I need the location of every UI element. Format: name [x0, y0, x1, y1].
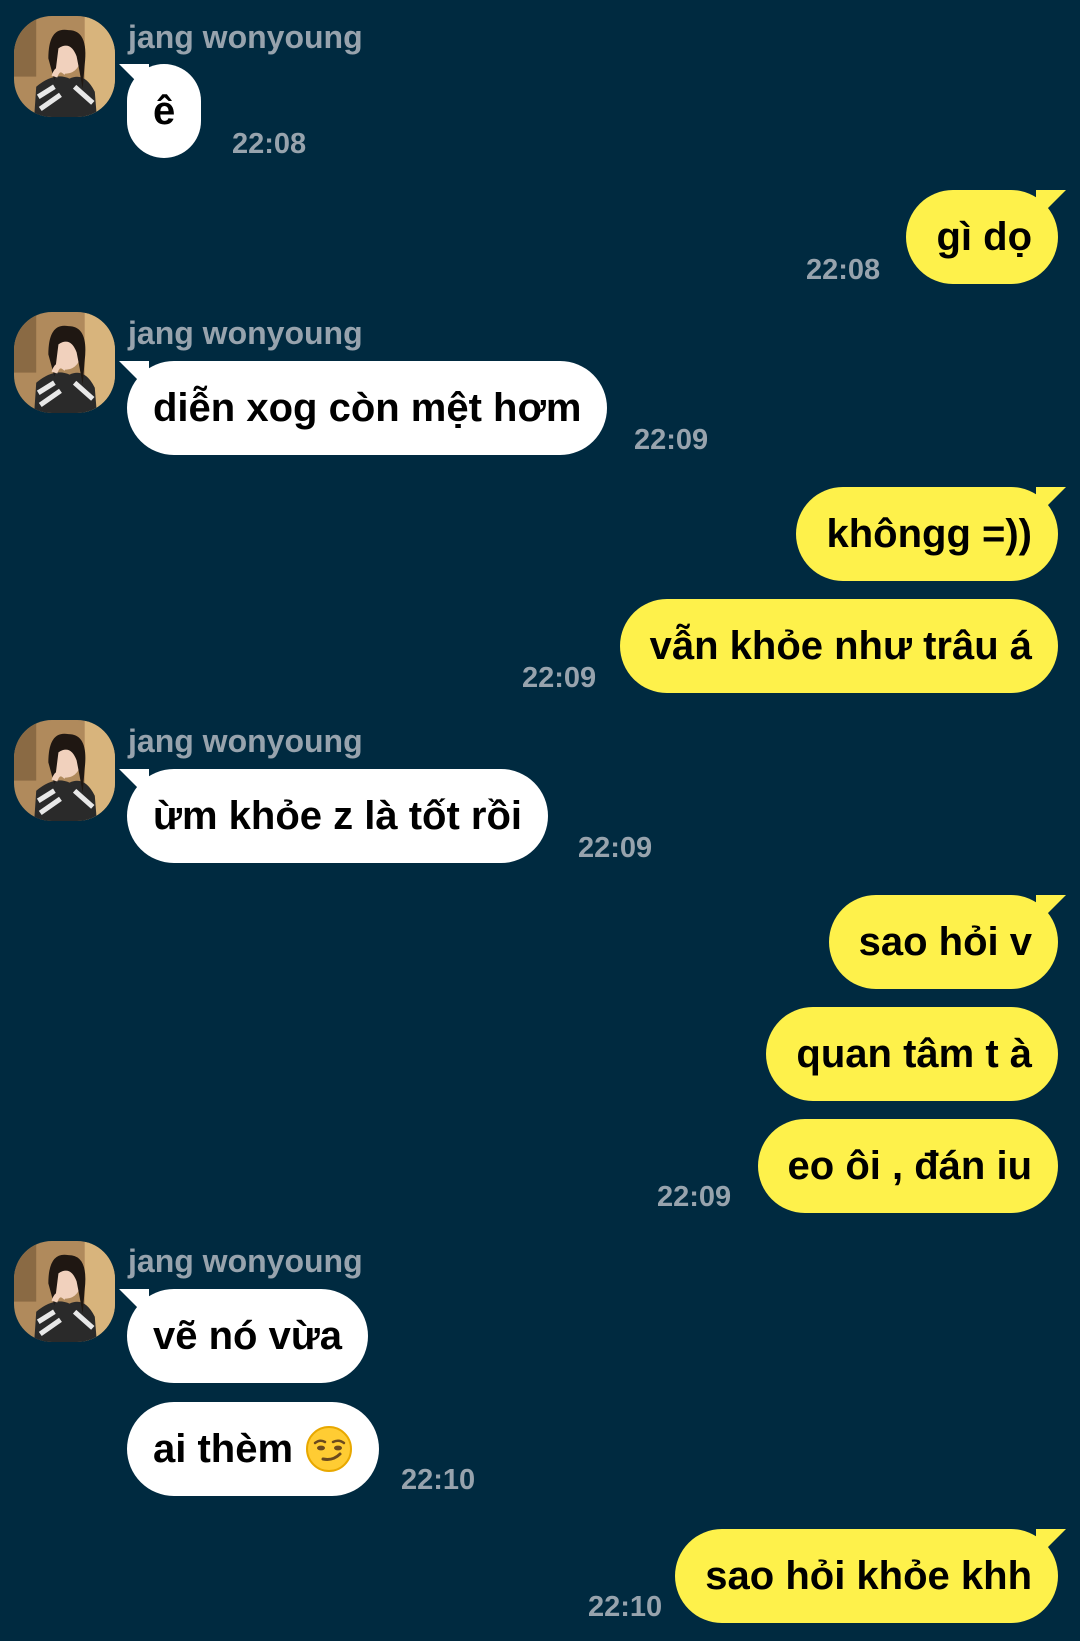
message-text: eo ôi , đán iu	[787, 1143, 1032, 1188]
sender-name: jang wonyoung	[128, 723, 363, 759]
sender-name: jang wonyoung	[128, 1243, 363, 1279]
message-bubble-outgoing[interactable]: gì dọ	[906, 190, 1066, 284]
message-bubble-outgoing[interactable]: quan tâm t à	[766, 1007, 1058, 1101]
bubble-tail	[1036, 190, 1066, 220]
bubble-tail	[119, 361, 149, 391]
bubble-tail	[119, 64, 149, 94]
message-text: diễn xog còn mệt hơm	[153, 385, 582, 430]
contact-avatar[interactable]	[14, 312, 115, 413]
bubble-tail	[1036, 1529, 1066, 1559]
message-bubble-outgoing[interactable]: khôngg =))	[796, 487, 1066, 581]
message-text: ai thèm	[153, 1426, 294, 1471]
bubble-tail	[1036, 487, 1066, 517]
message-text: vẫn khỏe như trâu á	[649, 623, 1032, 668]
message-text: vẽ nó vừa	[153, 1313, 343, 1358]
message-bubble-outgoing[interactable]: sao hỏi khỏe khh	[675, 1529, 1066, 1623]
message-text: khôngg =))	[826, 511, 1032, 556]
bubble-tail	[119, 769, 149, 799]
message-bubble-outgoing[interactable]: vẫn khỏe như trâu á	[619, 599, 1058, 693]
message-bubble-incoming[interactable]: diễn xog còn mệt hơm	[119, 361, 608, 455]
message-time: 22:09	[578, 832, 653, 864]
message-text: ừm khỏe z là tốt rồi	[153, 793, 523, 838]
message-bubble-incoming[interactable]: ừm khỏe z là tốt rồi	[119, 769, 549, 863]
message-bubble-outgoing[interactable]: eo ôi , đán iu	[757, 1119, 1058, 1213]
message-text: ê	[153, 88, 176, 133]
message-time: 22:08	[232, 128, 307, 160]
message-time: 22:10	[401, 1464, 476, 1496]
message-text: sao hỏi v	[858, 919, 1032, 964]
bubble-tail	[1036, 895, 1066, 925]
message-text: gì dọ	[936, 214, 1032, 259]
message-bubble-incoming[interactable]: ai thèm	[127, 1402, 380, 1496]
bubble-tail	[119, 1289, 149, 1319]
contact-avatar[interactable]	[14, 16, 115, 117]
contact-avatar[interactable]	[14, 720, 115, 821]
message-time: 22:09	[657, 1181, 732, 1213]
message-bubble-incoming[interactable]: vẽ nó vừa	[119, 1289, 369, 1383]
message-text: quan tâm t à	[796, 1031, 1032, 1076]
message-time: 22:08	[806, 254, 881, 286]
message-time: 22:09	[634, 424, 709, 456]
smirk-emoji-icon	[305, 1425, 353, 1473]
message-time: 22:10	[588, 1591, 663, 1623]
contact-avatar[interactable]	[14, 1241, 115, 1342]
message-time: 22:09	[522, 662, 597, 694]
sender-name: jang wonyoung	[128, 315, 363, 351]
message-bubble-incoming[interactable]: ê	[119, 64, 202, 158]
sender-name: jang wonyoung	[128, 19, 363, 55]
message-bubble-outgoing[interactable]: sao hỏi v	[828, 895, 1066, 989]
message-text: sao hỏi khỏe khh	[705, 1553, 1032, 1598]
